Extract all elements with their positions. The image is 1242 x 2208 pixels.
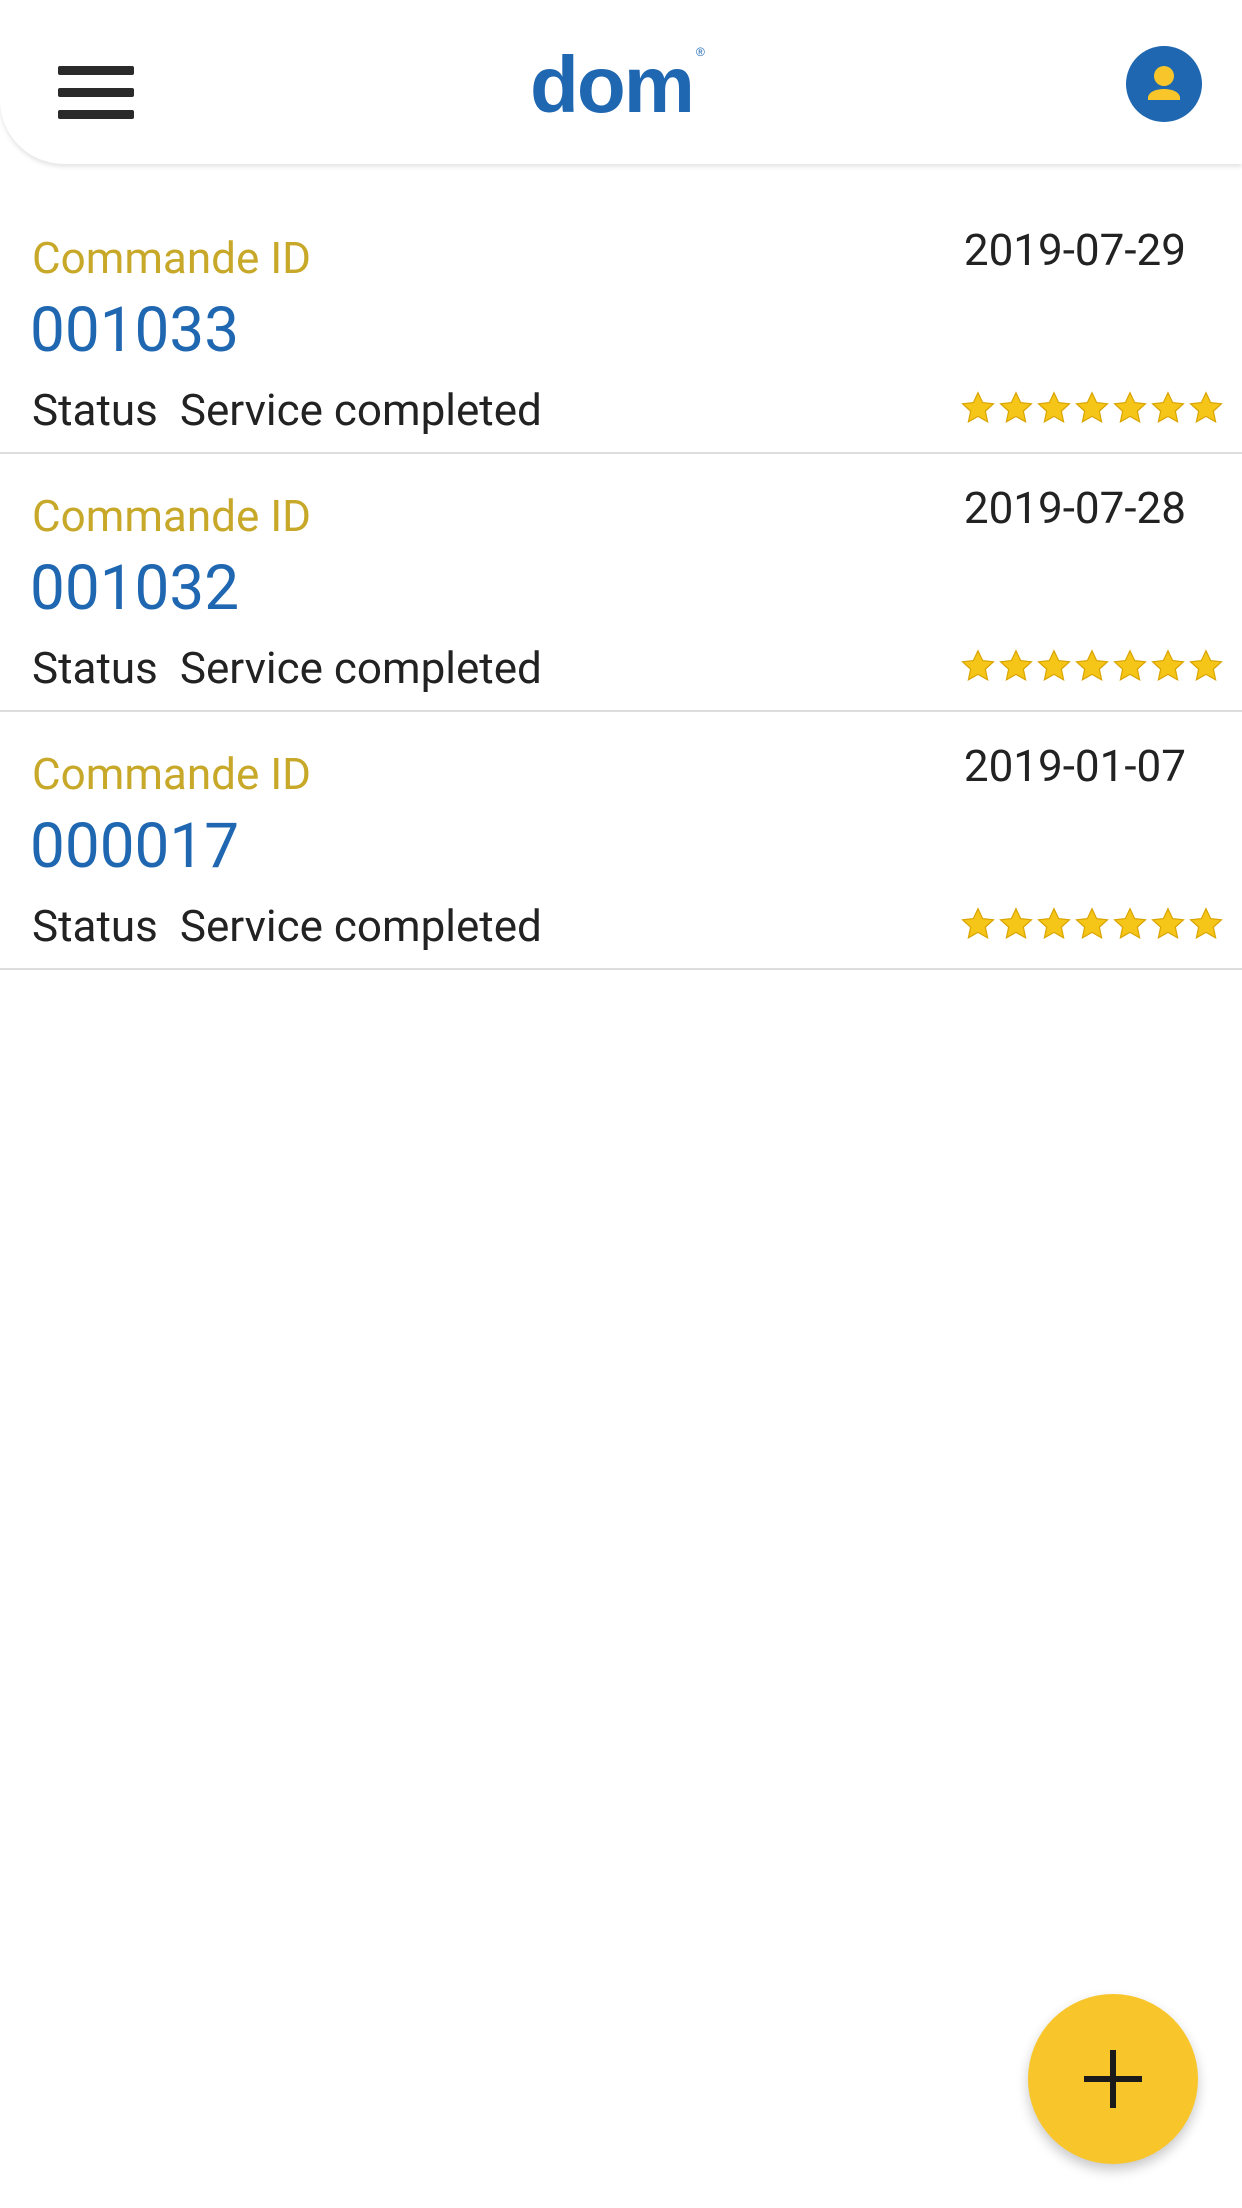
star-icon <box>961 649 995 681</box>
star-icon <box>1151 649 1185 681</box>
star-icon <box>1113 391 1147 423</box>
order-date: 2019-01-07 <box>963 740 1186 792</box>
menu-bar <box>58 66 134 75</box>
add-order-button[interactable] <box>1028 1994 1198 2164</box>
registered-mark: ® <box>696 45 705 59</box>
plus-icon <box>1084 2050 1142 2108</box>
star-icon <box>1075 391 1109 423</box>
status-label: Status <box>32 900 158 952</box>
hamburger-menu-icon[interactable] <box>58 62 134 124</box>
status-label: Status <box>32 384 158 436</box>
order-id-label: Commande ID <box>32 748 312 800</box>
app-header: dom ® <box>0 0 1242 164</box>
order-date: 2019-07-28 <box>963 482 1186 534</box>
order-row[interactable]: Commande ID 001032 2019-07-28 Status Serv… <box>0 454 1242 712</box>
order-id-label: Commande ID <box>32 232 312 284</box>
star-icon <box>1151 907 1185 939</box>
star-icon <box>1113 907 1147 939</box>
logo-text: dom <box>530 40 695 129</box>
star-icon <box>1151 391 1185 423</box>
order-id: 001032 <box>30 552 240 625</box>
star-icon <box>999 907 1033 939</box>
menu-bar <box>58 110 134 119</box>
order-status-line: Status Service completed <box>32 900 542 952</box>
star-icon <box>1113 649 1147 681</box>
status-value: Service completed <box>179 900 542 952</box>
status-value: Service completed <box>179 384 542 436</box>
star-icon <box>1189 391 1223 423</box>
order-list: Commande ID 001033 2019-07-29 Status Serv… <box>0 196 1242 970</box>
star-icon <box>1189 649 1223 681</box>
status-label: Status <box>32 642 158 694</box>
star-icon <box>961 391 995 423</box>
star-icon <box>961 907 995 939</box>
star-icon <box>1075 907 1109 939</box>
order-date: 2019-07-29 <box>963 224 1186 276</box>
menu-bar <box>58 88 134 97</box>
status-value: Service completed <box>179 642 542 694</box>
order-row[interactable]: Commande ID 001033 2019-07-29 Status Serv… <box>0 196 1242 454</box>
star-icon <box>1189 907 1223 939</box>
star-rating <box>960 648 1224 688</box>
star-icon <box>999 391 1033 423</box>
order-status-line: Status Service completed <box>32 384 542 436</box>
star-icon <box>1037 907 1071 939</box>
order-id: 001033 <box>30 294 240 367</box>
user-avatar-icon[interactable] <box>1126 46 1202 122</box>
star-rating <box>960 906 1224 946</box>
order-id: 000017 <box>30 810 240 883</box>
order-row[interactable]: Commande ID 000017 2019-01-07 Status Serv… <box>0 712 1242 970</box>
star-icon <box>1075 649 1109 681</box>
order-id-label: Commande ID <box>32 490 312 542</box>
star-rating <box>960 390 1224 430</box>
dom-logo: dom ® <box>530 40 705 130</box>
star-icon <box>1037 649 1071 681</box>
star-icon <box>999 649 1033 681</box>
order-status-line: Status Service completed <box>32 642 542 694</box>
star-icon <box>1037 391 1071 423</box>
